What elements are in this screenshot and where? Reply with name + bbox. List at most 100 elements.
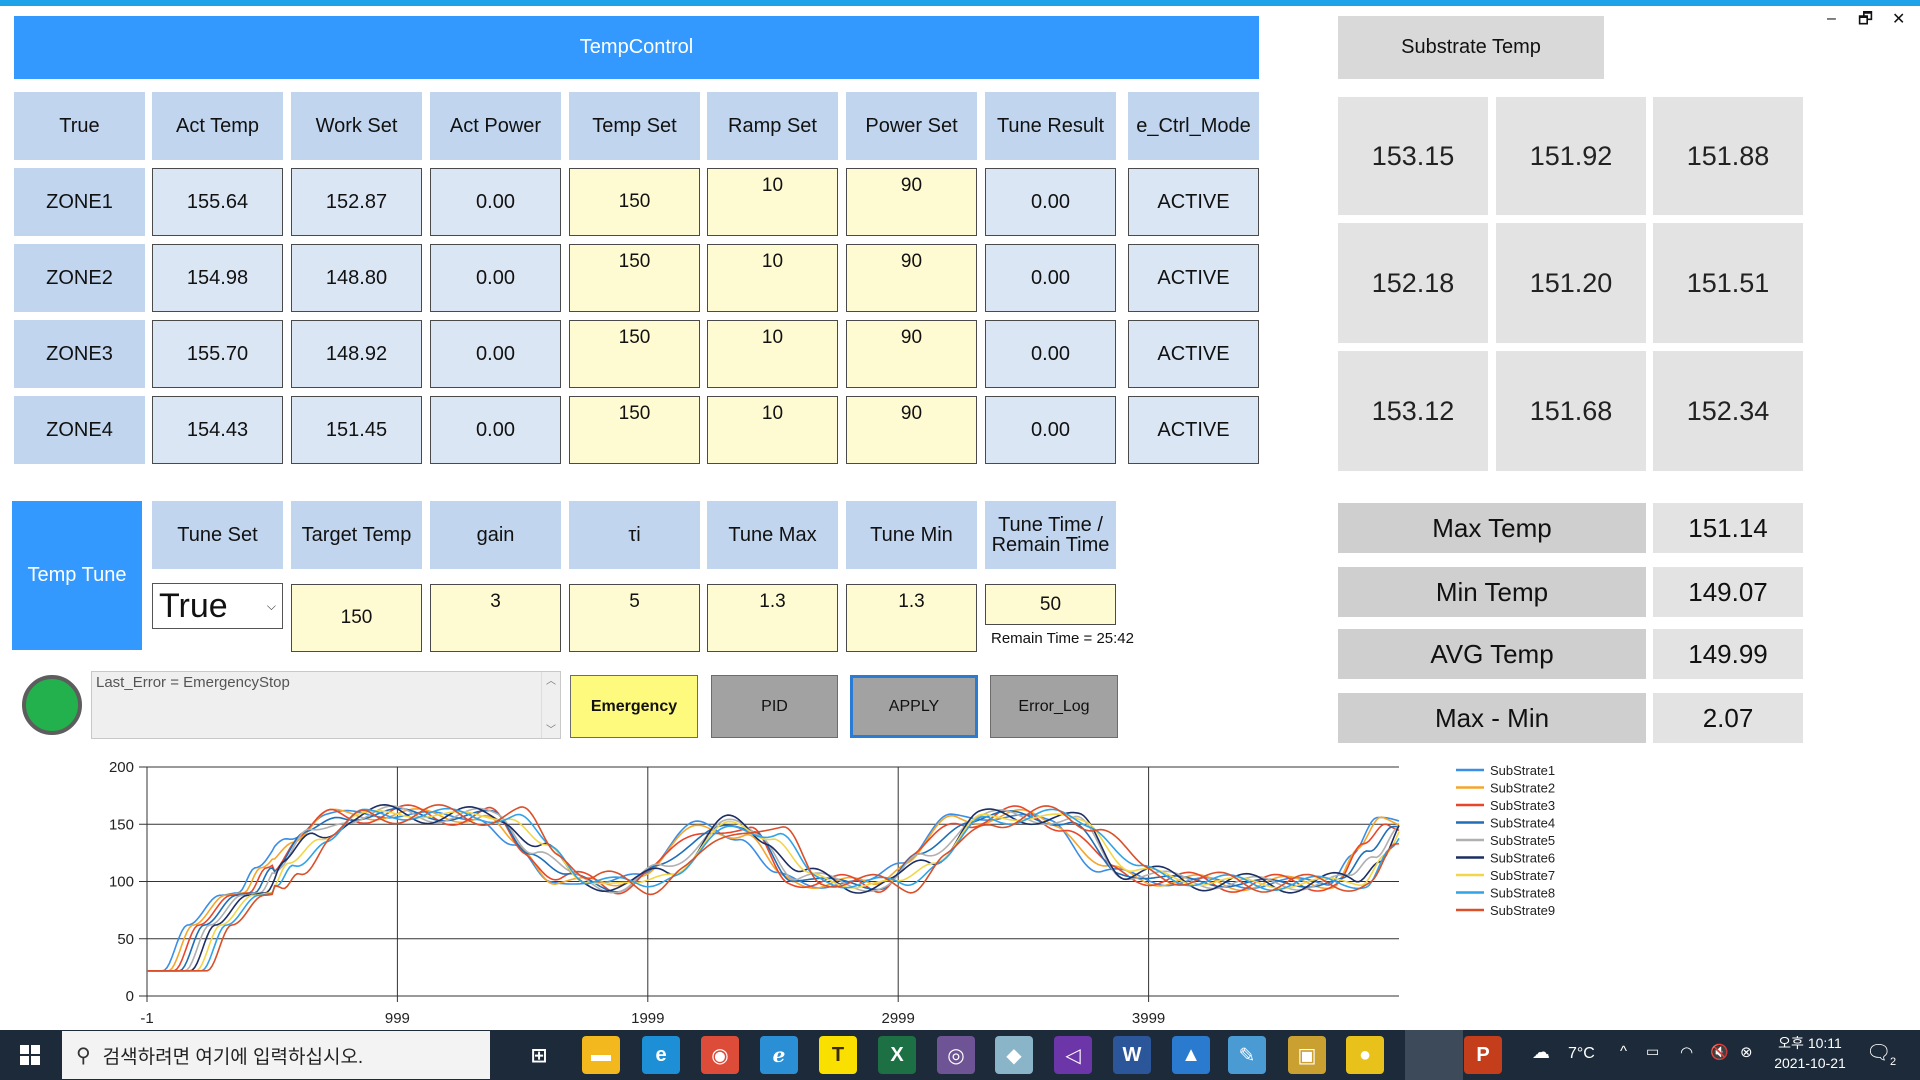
tray-chevron-icon[interactable]: ^ (1620, 1043, 1627, 1060)
excel-icon[interactable]: X (878, 1036, 916, 1074)
temp-set-zone4[interactable]: 150 (569, 396, 700, 464)
chrome-icon[interactable]: ◉ (701, 1036, 739, 1074)
ramp-set-zone1[interactable]: 10 (707, 168, 838, 236)
window-accent-bar (0, 0, 1920, 6)
error-log-button[interactable]: Error_Log (990, 675, 1118, 738)
legend-label: SubStrate6 (1490, 851, 1555, 866)
stat-label-4: Max - Min (1338, 693, 1646, 743)
substrate-cell-7: 153.12 (1338, 351, 1488, 471)
error-message-box[interactable]: Last_Error = EmergencyStop ︿ ﹀ (91, 671, 561, 739)
close-button[interactable]: ✕ (1892, 9, 1905, 29)
chart-xtick-label: 2999 (882, 1010, 915, 1027)
ie-icon[interactable]: ℯ (760, 1036, 798, 1074)
weather-temp[interactable]: 7°C (1568, 1045, 1595, 1063)
chevron-down-icon: ⌵ (266, 598, 276, 613)
zone-name-zone2: ZONE2 (14, 244, 145, 312)
edge-icon[interactable]: e (642, 1036, 680, 1074)
act-temp-zone3: 155.70 (152, 320, 283, 388)
tray-app-icon[interactable]: ⊗ (1740, 1043, 1753, 1061)
power-set-zone1[interactable]: 90 (846, 168, 977, 236)
stat-value-4: 2.07 (1653, 693, 1803, 743)
active-app-icon[interactable] (1405, 1030, 1463, 1080)
stat-value-1: 151.14 (1653, 503, 1803, 553)
visual-studio-icon[interactable]: ◁ (1054, 1036, 1092, 1074)
power-set-zone3[interactable]: 90 (846, 320, 977, 388)
error-message-text: Last_Error = EmergencyStop (96, 674, 290, 691)
substrate-cell-2: 151.92 (1496, 97, 1646, 215)
stat-value-2: 149.07 (1653, 567, 1803, 617)
app-icon-1[interactable]: ◆ (995, 1036, 1033, 1074)
remain-time-text: Remain Time = 25:42 (991, 630, 1134, 647)
temp-set-zone2[interactable]: 150 (569, 244, 700, 312)
act-temp-zone1: 155.64 (152, 168, 283, 236)
work-set-zone2: 148.80 (291, 244, 422, 312)
tune-header-ti: τi (569, 501, 700, 569)
legend-label: SubStrate3 (1490, 798, 1555, 813)
photos-icon[interactable]: ▲ (1172, 1036, 1210, 1074)
tune-time-field[interactable]: 50 (985, 584, 1116, 625)
target-temp-field[interactable]: 150 (291, 584, 422, 652)
app-icon-2[interactable]: ✎ (1228, 1036, 1266, 1074)
ramp-set-zone4[interactable]: 10 (707, 396, 838, 464)
scroll-down-icon[interactable]: ﹀ (542, 721, 560, 736)
tune-header-tune-min: Tune Min (846, 501, 977, 569)
act-power-zone3: 0.00 (430, 320, 561, 388)
notification-count: 2 (1890, 1056, 1897, 1068)
legend-label: SubStrate5 (1490, 833, 1555, 848)
kakaotalk-icon[interactable]: T (819, 1036, 857, 1074)
substrate-cell-9: 152.34 (1653, 351, 1803, 471)
file-explorer-icon[interactable]: ▬ (582, 1036, 620, 1074)
power-set-zone2[interactable]: 90 (846, 244, 977, 312)
minimize-button[interactable]: – (1827, 10, 1836, 28)
substrate-cell-3: 151.88 (1653, 97, 1803, 215)
zone-name-zone3: ZONE3 (14, 320, 145, 388)
zone-header-ramp-set: Ramp Set (707, 92, 838, 160)
stat-value-3: 149.99 (1653, 629, 1803, 679)
temp-set-zone3[interactable]: 150 (569, 320, 700, 388)
github-icon[interactable]: ◎ (937, 1036, 975, 1074)
windows-start-button[interactable] (0, 1030, 60, 1080)
error-scrollbar[interactable]: ︿ ﹀ (541, 672, 560, 738)
taskbar-search-box[interactable]: ⚲ 검색하려면 여기에 입력하십시오. (62, 1031, 490, 1079)
weather-icon[interactable]: ☁ (1532, 1042, 1550, 1063)
scroll-up-icon[interactable]: ︿ (542, 672, 560, 687)
ramp-set-zone3[interactable]: 10 (707, 320, 838, 388)
ti-field[interactable]: 5 (569, 584, 700, 652)
substrate-cell-8: 151.68 (1496, 351, 1646, 471)
act-power-zone4: 0.00 (430, 396, 561, 464)
work-set-zone3: 148.92 (291, 320, 422, 388)
gain-field[interactable]: 3 (430, 584, 561, 652)
substrate-cell-6: 151.51 (1653, 223, 1803, 343)
temp-set-zone1[interactable]: 150 (569, 168, 700, 236)
ramp-set-zone2[interactable]: 10 (707, 244, 838, 312)
stat-label-3: AVG Temp (1338, 629, 1646, 679)
clock[interactable]: 오후 10:11 2021-10-21 (1772, 1033, 1848, 1071)
zone-name-zone1: ZONE1 (14, 168, 145, 236)
tune-set-select[interactable]: True ⌵ (152, 583, 283, 629)
tune-max-field[interactable]: 1.3 (707, 584, 838, 652)
pid-button[interactable]: PID (711, 675, 838, 738)
chart-xtick-label: 999 (385, 1010, 410, 1027)
volume-mute-icon[interactable]: 🔇 (1710, 1043, 1729, 1061)
clock-time: 오후 10:11 (1778, 1035, 1842, 1051)
network-icon[interactable]: ◠ (1680, 1043, 1693, 1061)
chart-xtick-label: 1999 (631, 1010, 664, 1027)
battery-icon[interactable]: ▭ (1646, 1043, 1659, 1060)
substrate-title: Substrate Temp (1338, 16, 1604, 79)
tune-min-field[interactable]: 1.3 (846, 584, 977, 652)
restore-button[interactable]: 🗗 (1858, 8, 1873, 35)
apply-button[interactable]: APPLY (850, 675, 978, 738)
work-set-zone4: 151.45 (291, 396, 422, 464)
app-icon-3[interactable]: ▣ (1288, 1036, 1326, 1074)
status-lamp-icon (22, 675, 82, 735)
emergency-button[interactable]: Emergency (570, 675, 698, 738)
word-icon[interactable]: W (1113, 1036, 1151, 1074)
ctrl-mode-zone4: ACTIVE (1128, 396, 1259, 464)
chart-ytick-label: 50 (117, 931, 134, 948)
task-view-icon[interactable]: ⊞ (520, 1036, 558, 1074)
powerpoint-icon[interactable]: P (1464, 1036, 1502, 1074)
notification-icon[interactable]: 🗨 (1866, 1040, 1891, 1065)
tune-result-zone1: 0.00 (985, 168, 1116, 236)
app-icon-4[interactable]: ● (1346, 1036, 1384, 1074)
power-set-zone4[interactable]: 90 (846, 396, 977, 464)
